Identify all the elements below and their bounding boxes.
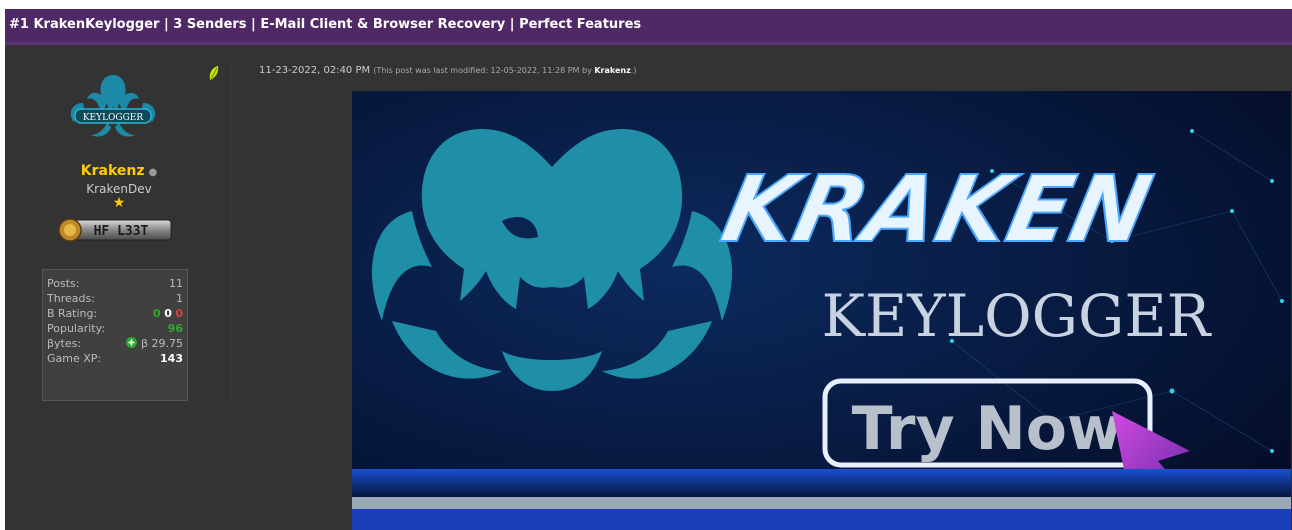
username[interactable]: Krakenz ●	[5, 163, 233, 179]
post-modified-user[interactable]: Krakenz	[594, 66, 630, 75]
stat-label: βytes:	[47, 337, 82, 350]
stat-bytes: βytes: β 29.75	[47, 337, 183, 351]
stat-label: B Rating:	[47, 307, 98, 320]
leaf-icon	[209, 66, 219, 80]
user-panel: KEYLOGGER Krakenz ● KrakenDev ★ HF L33T P…	[5, 55, 233, 405]
bytes-value: β 29.75	[140, 337, 183, 350]
stat-label: Popularity:	[47, 322, 106, 335]
stat-label: Posts:	[47, 277, 80, 290]
username-text[interactable]: Krakenz	[81, 163, 145, 179]
thread-header: #1 KrakenKeylogger | 3 Senders | E-Mail …	[5, 9, 1292, 45]
stat-value[interactable]: 11	[169, 277, 183, 290]
thread-title[interactable]: #1 KrakenKeylogger | 3 Senders | E-Mail …	[9, 17, 641, 32]
avatar-text: KEYLOGGER	[83, 113, 144, 123]
stat-game-xp: Game XP: 143	[47, 352, 183, 366]
banner-subtitle: KEYLOGGER	[822, 282, 1213, 350]
online-status-icon: ●	[148, 167, 158, 178]
post-divider	[231, 65, 232, 405]
stat-value[interactable]: β 29.75	[126, 337, 183, 350]
kraken-banner-image[interactable]: KRAKEN KEYLOGGER Try Now	[352, 91, 1291, 530]
star-icon: ★	[112, 195, 126, 211]
user-stats: Posts: 11 Threads: 1 B Rating: 0 0 0 Pop…	[42, 269, 188, 401]
rating-positive: 0	[153, 307, 161, 320]
stat-posts: Posts: 11	[47, 277, 183, 291]
stat-label: Game XP:	[47, 352, 102, 365]
stat-label: Threads:	[47, 292, 95, 305]
banner-brand: KRAKEN	[713, 156, 1160, 263]
post-meta: 11-23-2022, 02:40 PM (This post was last…	[259, 65, 636, 76]
try-now-button: Try Now	[852, 394, 1123, 464]
stat-value[interactable]: 96	[168, 322, 183, 335]
post-modified-text: (This post was last modified: 12-05-2022…	[373, 66, 595, 75]
stat-value[interactable]: 1	[176, 292, 183, 305]
usertitle: KrakenDev	[86, 182, 152, 196]
post-modified-suffix: .)	[630, 66, 637, 75]
rating-neutral: 0	[164, 307, 172, 320]
post-date[interactable]: 11-23-2022, 02:40 PM	[259, 65, 370, 76]
hf-l33t-badge[interactable]: HF L33T	[57, 217, 173, 243]
stat-threads: Threads: 1	[47, 292, 183, 306]
avatar[interactable]: KEYLOGGER	[63, 73, 163, 141]
badge-text: HF L33T	[94, 224, 149, 239]
stat-value[interactable]: 0 0 0	[153, 307, 183, 320]
plus-circle-icon[interactable]	[126, 337, 138, 348]
stat-value[interactable]: 143	[160, 352, 183, 365]
rating-negative: 0	[175, 307, 183, 320]
stat-b-rating: B Rating: 0 0 0	[47, 307, 183, 321]
stat-popularity: Popularity: 96	[47, 322, 183, 336]
